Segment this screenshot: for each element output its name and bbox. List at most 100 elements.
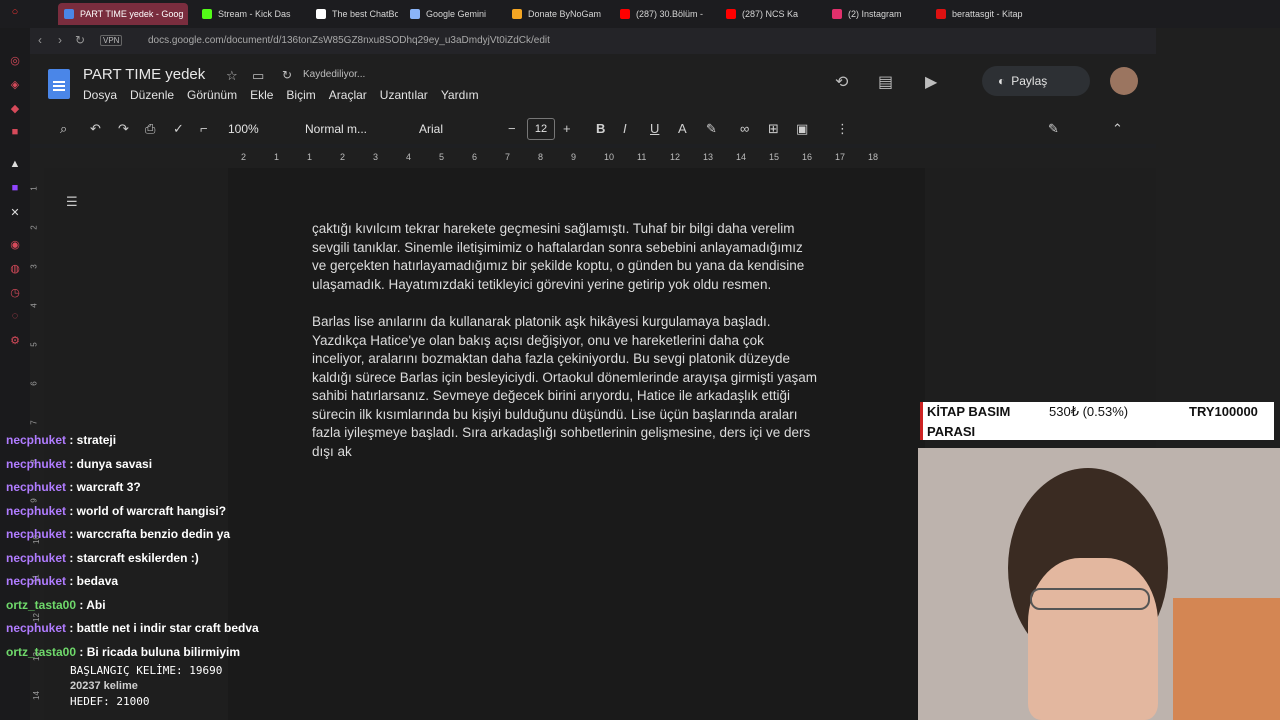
sidebar-app-icon[interactable]: ◈ bbox=[8, 78, 22, 92]
browser-tab[interactable]: berattasgit - Kitap bbox=[930, 3, 1030, 25]
chat-username[interactable]: necphuket bbox=[6, 551, 66, 565]
x-icon[interactable]: ✕ bbox=[8, 206, 22, 220]
saving-icon: ↻ bbox=[282, 68, 293, 82]
link-icon[interactable]: ∞ bbox=[740, 121, 749, 136]
opera-logo-icon[interactable]: ○ bbox=[8, 6, 22, 20]
add-comment-icon[interactable]: ⊞ bbox=[768, 121, 779, 137]
text-color-icon[interactable]: A bbox=[678, 121, 687, 136]
sidebar-ai-icon[interactable]: ▲ bbox=[8, 158, 22, 172]
search-icon[interactable]: ⌕ bbox=[60, 121, 67, 137]
chat-username[interactable]: necphuket bbox=[6, 433, 66, 447]
browser-tab[interactable]: PART TIME yedek - Goog bbox=[58, 3, 188, 25]
webcam-feed bbox=[918, 448, 1280, 720]
ruler-tick: 7 bbox=[505, 152, 511, 162]
menu-item[interactable]: Düzenle bbox=[130, 88, 174, 102]
forward-icon[interactable]: › bbox=[58, 33, 62, 47]
print-icon[interactable]: ⎙ bbox=[145, 121, 155, 137]
chat-username[interactable]: necphuket bbox=[6, 480, 66, 494]
ruler-tick: 14 bbox=[31, 691, 41, 700]
sidebar-app-icon[interactable]: ◌ bbox=[8, 310, 22, 324]
undo-icon[interactable]: ↶ bbox=[90, 121, 101, 137]
tab-favicon-icon bbox=[620, 9, 630, 19]
move-folder-icon[interactable]: ▭ bbox=[252, 68, 264, 84]
browser-tab[interactable]: The best ChatBot bbox=[310, 3, 398, 25]
chat-username[interactable]: necphuket bbox=[6, 527, 66, 541]
menu-item[interactable]: Görünüm bbox=[187, 88, 237, 102]
paragraph[interactable]: çaktığı kıvılcım tekrar harekete geçmesi… bbox=[312, 220, 852, 294]
avatar[interactable] bbox=[1110, 67, 1138, 95]
redo-icon[interactable]: ↷ bbox=[118, 121, 129, 137]
tab-label: The best ChatBot bbox=[332, 9, 398, 19]
paragraph[interactable]: Barlas lise anılarını da kullanarak plat… bbox=[312, 313, 852, 461]
font-size-input[interactable]: 12 bbox=[527, 118, 555, 140]
bold-icon[interactable]: B bbox=[596, 121, 605, 136]
address-bar[interactable]: ‹ › ↻ VPN docs.google.com/document/d/136… bbox=[30, 28, 1156, 54]
sidebar-app-icon[interactable]: ◆ bbox=[8, 102, 22, 116]
chat-text: : warcraft 3? bbox=[66, 480, 141, 494]
ruler-tick: 9 bbox=[571, 152, 577, 162]
italic-icon[interactable]: I bbox=[623, 121, 627, 136]
settings-icon[interactable]: ⚙ bbox=[8, 334, 22, 348]
twitch-icon[interactable]: ■ bbox=[8, 182, 22, 196]
font-select[interactable]: Arial bbox=[419, 122, 443, 136]
spellcheck-icon[interactable]: ✓ bbox=[173, 121, 184, 137]
sidebar-app-icon[interactable]: ◎ bbox=[8, 54, 22, 68]
collapse-icon[interactable]: ⌃ bbox=[1112, 121, 1123, 137]
url-text[interactable]: docs.google.com/document/d/136tonZsW85GZ… bbox=[148, 35, 550, 46]
menu-item[interactable]: Araçlar bbox=[329, 88, 367, 102]
underline-icon[interactable]: U bbox=[650, 121, 659, 136]
chat-message: necphuket : strateji bbox=[6, 433, 116, 447]
chat-message: necphuket : world of warcraft hangisi? bbox=[6, 504, 226, 518]
document-title[interactable]: PART TIME yedek bbox=[83, 66, 205, 83]
chat-text: : battle net i indir star craft bedva bbox=[66, 621, 259, 635]
docs-logo-icon[interactable] bbox=[48, 69, 70, 99]
browser-tab[interactable]: Stream - Kick Das bbox=[196, 3, 304, 25]
chat-username[interactable]: ortz_tasta00 bbox=[6, 645, 76, 659]
browser-tab[interactable]: Donate ByNoGam bbox=[506, 3, 608, 25]
highlight-icon[interactable]: ✎ bbox=[706, 121, 717, 137]
more-icon[interactable]: ⋮ bbox=[836, 121, 849, 137]
menu-item[interactable]: Dosya bbox=[83, 88, 117, 102]
chat-username[interactable]: necphuket bbox=[6, 574, 66, 588]
history-icon[interactable]: ◷ bbox=[8, 286, 22, 300]
back-icon[interactable]: ‹ bbox=[38, 33, 42, 47]
ruler-tick: 18 bbox=[868, 152, 879, 162]
menu-item[interactable]: Yardım bbox=[441, 88, 479, 102]
increase-size-icon[interactable]: + bbox=[563, 121, 571, 136]
chat-username[interactable]: necphuket bbox=[6, 621, 66, 635]
browser-tab[interactable]: Google Gemini bbox=[404, 3, 500, 25]
chat-username[interactable]: ortz_tasta00 bbox=[6, 598, 76, 612]
decrease-size-icon[interactable]: − bbox=[508, 121, 516, 136]
menu-item[interactable]: Ekle bbox=[250, 88, 273, 102]
outline-icon[interactable]: ☰ bbox=[66, 194, 78, 210]
donation-ticker: KİTAP BASIM PARASI 530₺ (0.53%) TRY10000… bbox=[920, 402, 1274, 440]
chat-username[interactable]: necphuket bbox=[6, 457, 66, 471]
reload-icon[interactable]: ↻ bbox=[75, 33, 85, 47]
meet-icon[interactable]: ▶ bbox=[925, 72, 937, 92]
comments-icon[interactable]: ▤ bbox=[878, 72, 893, 92]
chat-message: necphuket : dunya savasi bbox=[6, 457, 152, 471]
sidebar-app-icon[interactable]: ◉ bbox=[8, 238, 22, 252]
word-count[interactable]: 20237 kelime bbox=[70, 680, 138, 692]
version-history-icon[interactable]: ⟲ bbox=[835, 72, 848, 92]
editing-mode-icon[interactable]: ✎ bbox=[1048, 121, 1059, 137]
style-select[interactable]: Normal m... bbox=[305, 122, 367, 136]
menu-item[interactable]: Uzantılar bbox=[380, 88, 428, 102]
sidebar-app-icon[interactable]: ■ bbox=[8, 126, 22, 140]
share-button[interactable]: ◐ Paylaş bbox=[982, 66, 1090, 96]
sidebar-app-icon[interactable]: ◍ bbox=[8, 262, 22, 276]
ruler-tick: 1 bbox=[274, 152, 280, 162]
chat-username[interactable]: necphuket bbox=[6, 504, 66, 518]
browser-tab[interactable]: (287) NCS Ka bbox=[720, 3, 818, 25]
horizontal-ruler[interactable]: 2 1 1 2 3 4 5 6 7 8 9 10 11 12 13 14 15 16 17 18 bbox=[30, 148, 1156, 168]
zoom-select[interactable]: 100% bbox=[228, 122, 259, 136]
tab-favicon-icon bbox=[512, 9, 522, 19]
insert-image-icon[interactable]: ▣ bbox=[796, 121, 808, 137]
menu-item[interactable]: Biçim bbox=[286, 88, 315, 102]
browser-tab[interactable]: (287) 30.Bölüm - bbox=[614, 3, 712, 25]
chat-message: necphuket : battle net i indir star craf… bbox=[6, 621, 259, 635]
star-icon[interactable]: ☆ bbox=[226, 68, 238, 84]
paint-format-icon[interactable]: ⌐ bbox=[200, 121, 208, 136]
vpn-badge[interactable]: VPN bbox=[100, 35, 123, 46]
browser-tab[interactable]: (2) Instagram bbox=[826, 3, 924, 25]
